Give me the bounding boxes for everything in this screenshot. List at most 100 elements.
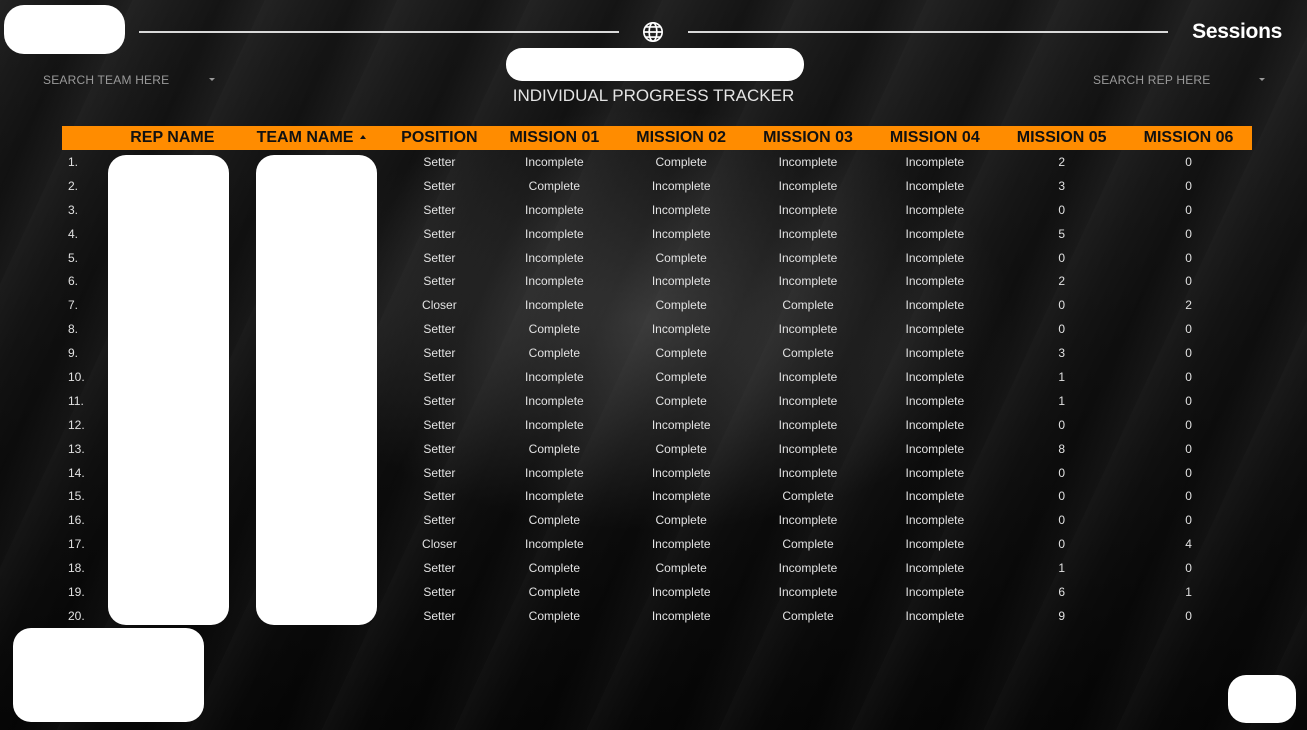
mission-02-cell: Incomplete: [651, 584, 711, 599]
search-rep-input[interactable]: SEARCH REP HERE: [1093, 73, 1210, 87]
mission-06-cell: 2: [1185, 298, 1192, 313]
table-row[interactable]: 10. Setter Incomplete Complete Incomplete Inc…: [62, 365, 1252, 389]
mission-06-cell: 0: [1185, 393, 1192, 408]
rep-name-column-redacted: [108, 155, 229, 625]
position-cell: Closer: [422, 537, 457, 552]
mission-04-cell: Incomplete: [905, 441, 965, 456]
mission-06-cell: 1: [1185, 584, 1192, 599]
row-number: 4.: [68, 226, 79, 241]
mission-02-cell: Complete: [655, 393, 707, 408]
table-row[interactable]: 1. Setter Incomplete Complete Incomplete Inco…: [62, 150, 1252, 174]
mission-04-cell: Incomplete: [905, 417, 965, 432]
mission-06-cell: 0: [1185, 250, 1192, 265]
table-row[interactable]: 5. Setter Incomplete Complete Incomplete Inco…: [62, 246, 1252, 270]
table-row[interactable]: 20. Setter Complete Incomplete Complete Incom…: [62, 604, 1252, 628]
mission-04-cell: Incomplete: [905, 537, 965, 552]
page-subtitle: INDIVIDUAL PROGRESS TRACKER: [512, 86, 795, 105]
mission-05-cell: 1: [1058, 369, 1065, 384]
position-cell: Setter: [423, 226, 456, 241]
mission-01-cell: Incomplete: [525, 393, 584, 408]
mission-05-cell: 0: [1058, 465, 1065, 480]
header-mission-04[interactable]: MISSION 04: [871, 126, 998, 150]
table-row[interactable]: 16. Setter Complete Complete Incomplete Incom…: [62, 508, 1252, 532]
table-row[interactable]: 13. Setter Complete Complete Incomplete Incom…: [62, 437, 1252, 461]
position-cell: Setter: [423, 369, 456, 384]
table-row[interactable]: 11. Setter Incomplete Complete Incomplete Inc…: [62, 389, 1252, 413]
header-mission-05[interactable]: MISSION 05: [998, 126, 1125, 150]
table-row[interactable]: 3. Setter Incomplete Incomplete Incomplete In…: [62, 198, 1252, 222]
brand-sessions: Sessions: [1192, 20, 1282, 43]
mission-03-cell: Incomplete: [778, 274, 838, 289]
mission-01-cell: Incomplete: [525, 465, 584, 480]
mission-01-cell: Complete: [528, 513, 581, 528]
header-position[interactable]: POSITION: [388, 126, 491, 150]
row-number: 18.: [68, 561, 85, 576]
header-team-name[interactable]: TEAM NAME: [235, 126, 388, 150]
header-mission-03[interactable]: MISSION 03: [745, 126, 872, 150]
globe-icon[interactable]: [642, 21, 664, 43]
mission-02-cell: Incomplete: [651, 465, 711, 480]
mission-01-cell: Complete: [528, 322, 581, 337]
table-row[interactable]: 12. Setter Incomplete Incomplete Incomplete I…: [62, 413, 1252, 437]
mission-05-cell: 0: [1058, 489, 1065, 504]
row-number: 8.: [68, 322, 79, 337]
mission-04-cell: Incomplete: [905, 226, 965, 241]
mission-01-cell: Incomplete: [525, 154, 584, 169]
mission-05-cell: 9: [1058, 608, 1065, 623]
header-mission-01[interactable]: MISSION 01: [491, 126, 618, 150]
mission-03-cell: Incomplete: [778, 369, 838, 384]
mission-03-cell: Incomplete: [778, 250, 838, 265]
mission-05-cell: 3: [1058, 178, 1065, 193]
mission-06-cell: 0: [1185, 322, 1192, 337]
table-row[interactable]: 9. Setter Complete Complete Complete Incomple…: [62, 341, 1252, 365]
header-rep-name[interactable]: REP NAME: [109, 126, 235, 150]
position-cell: Setter: [423, 250, 456, 265]
mission-05-cell: 8: [1058, 441, 1065, 456]
sort-ascending-icon[interactable]: [360, 135, 367, 139]
mission-06-cell: 0: [1185, 608, 1192, 623]
position-cell: Setter: [423, 465, 456, 480]
row-number: 7.: [68, 298, 79, 313]
table-row[interactable]: 18. Setter Complete Complete Incomplete Incom…: [62, 556, 1252, 580]
table-row[interactable]: 7. Closer Incomplete Complete Complete Incomp…: [62, 293, 1252, 317]
search-team-input[interactable]: SEARCH TEAM HERE: [43, 73, 169, 87]
table-row[interactable]: 14. Setter Incomplete Incomplete Incomplete I…: [62, 461, 1252, 485]
row-number: 15.: [68, 489, 85, 504]
mission-03-cell: Incomplete: [778, 513, 838, 528]
header-team-name-label: TEAM NAME: [256, 129, 354, 146]
table-row[interactable]: 15. Setter Incomplete Incomplete Complete Inc…: [62, 484, 1252, 508]
mission-01-cell: Incomplete: [525, 226, 584, 241]
mission-03-cell: Incomplete: [778, 393, 838, 408]
mission-06-cell: 0: [1185, 441, 1192, 456]
table-row[interactable]: 19. Setter Complete Incomplete Incomplete Inc…: [62, 580, 1252, 604]
mission-03-cell: Incomplete: [778, 417, 838, 432]
row-number: 11.: [68, 393, 84, 408]
position-cell: Setter: [423, 608, 456, 623]
search-team-dropdown-icon[interactable]: [209, 78, 215, 81]
mission-05-cell: 0: [1058, 513, 1065, 528]
position-cell: Setter: [423, 441, 456, 456]
mission-04-cell: Incomplete: [905, 274, 965, 289]
mission-02-cell: Complete: [655, 346, 707, 361]
table-row[interactable]: 6. Setter Incomplete Incomplete Incomplete In…: [62, 269, 1252, 293]
header-mission-02[interactable]: MISSION 02: [618, 126, 745, 150]
mission-05-cell: 0: [1058, 298, 1065, 313]
mission-06-cell: 0: [1185, 369, 1192, 384]
mission-02-cell: Incomplete: [651, 226, 711, 241]
table-row[interactable]: 8. Setter Complete Incomplete Incomplete Inco…: [62, 317, 1252, 341]
row-number: 12.: [68, 417, 85, 432]
mission-01-cell: Complete: [528, 608, 581, 623]
mission-02-cell: Complete: [655, 154, 707, 169]
footer-left-redacted: [13, 628, 204, 722]
row-number: 6.: [68, 274, 79, 289]
table-row[interactable]: 17. Closer Incomplete Incomplete Complete Inc…: [62, 532, 1252, 556]
header-mission-06[interactable]: MISSION 06: [1125, 126, 1252, 150]
table-row[interactable]: 2. Setter Complete Incomplete Incomplete Inco…: [62, 174, 1252, 198]
position-cell: Setter: [423, 322, 456, 337]
position-cell: Setter: [423, 561, 456, 576]
search-rep-dropdown-icon[interactable]: [1259, 78, 1265, 81]
table-row[interactable]: 4. Setter Incomplete Incomplete Incomplete In…: [62, 222, 1252, 246]
mission-06-cell: 0: [1185, 226, 1192, 241]
position-cell: Setter: [423, 202, 456, 217]
mission-01-cell: Complete: [528, 584, 581, 599]
